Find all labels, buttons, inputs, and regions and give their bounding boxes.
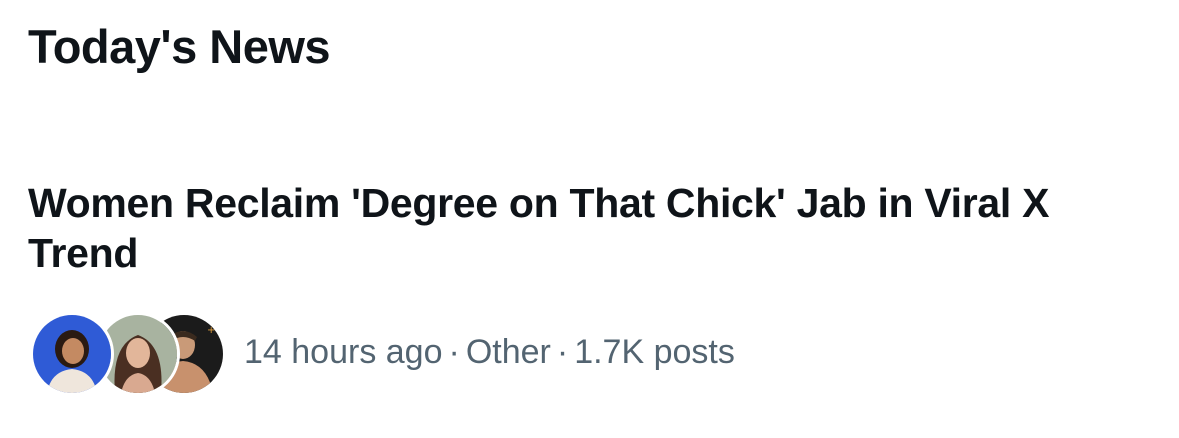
avatar-stack: + (30, 310, 226, 396)
category-label: Other (465, 333, 551, 371)
post-count: 1.7K posts (574, 333, 735, 371)
separator-dot: · (556, 333, 569, 371)
news-meta: 14 hours ago · Other · 1.7K posts (244, 332, 735, 372)
news-meta-row: + 14 hours ago · Other · 1.7K posts (30, 310, 735, 396)
section-title: Today's News (28, 20, 331, 73)
separator-dot: · (448, 333, 460, 371)
svg-text:+: + (207, 325, 215, 336)
time-ago: 14 hours ago (244, 333, 443, 371)
person-avatar-icon (33, 315, 111, 393)
avatar (30, 312, 114, 396)
news-headline[interactable]: Women Reclaim 'Degree on That Chick' Jab… (28, 178, 1148, 278)
news-item[interactable]: Women Reclaim 'Degree on That Chick' Jab… (0, 170, 1179, 420)
